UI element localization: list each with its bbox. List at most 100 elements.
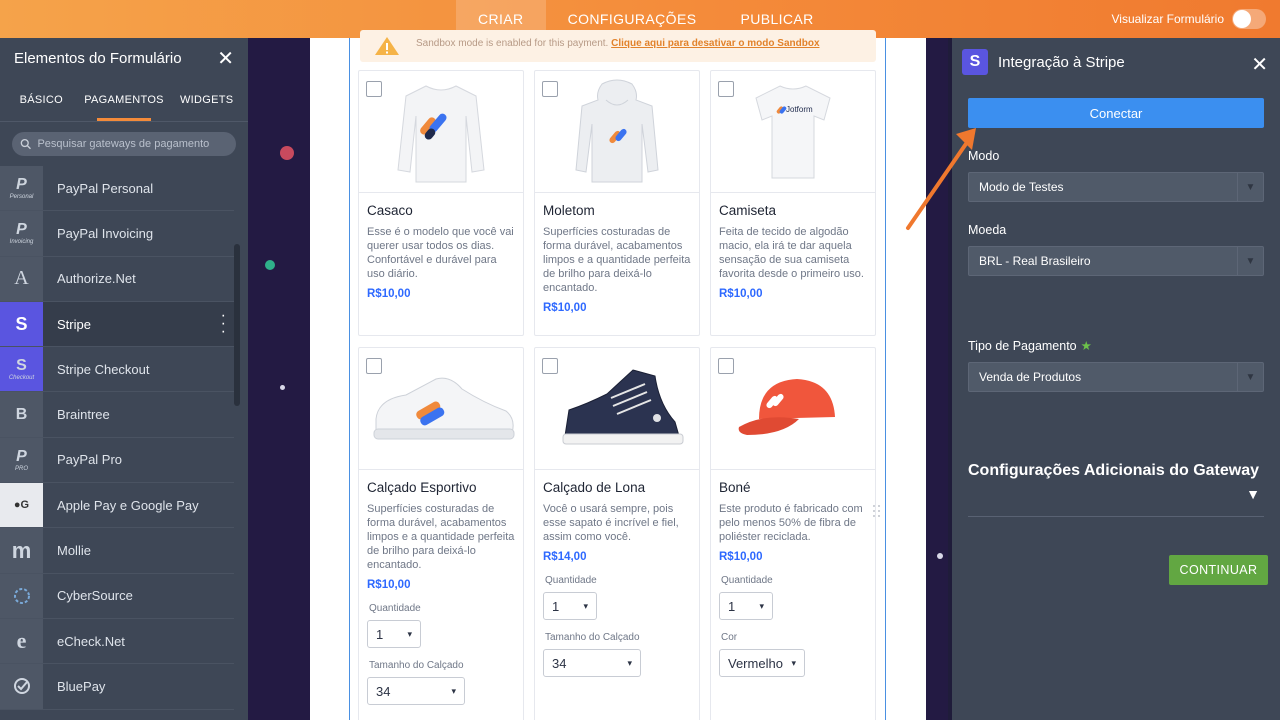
disable-sandbox-link[interactable]: Clique aqui para desativar o modo Sandbo…	[611, 38, 819, 49]
panel-header: Elementos do Formulário ✕	[0, 38, 248, 78]
product-price: R$10,00	[367, 579, 411, 591]
shoe-size-label: Tamanho do Calçado	[369, 660, 464, 671]
chevron-down-icon[interactable]: ▼	[1246, 486, 1260, 502]
currency-select[interactable]: BRL - Real Brasileiro ▼	[968, 246, 1264, 276]
product-description: Esse é o modelo que você vai querer usar…	[367, 226, 514, 280]
quantity-select[interactable]: 1 ▾	[543, 592, 597, 620]
gateway-item-cybersource[interactable]: CyberSource	[0, 573, 234, 619]
gateway-item-paypal-pro[interactable]: P PRO PayPal Pro	[0, 437, 234, 484]
product-checkbox[interactable]	[542, 81, 558, 97]
paypal-icon: P Personal	[0, 166, 43, 211]
tab-widgets[interactable]: WIDGETS	[165, 78, 248, 121]
canvas-shoe-image	[535, 348, 699, 470]
hoodie-image	[535, 71, 699, 193]
quantity-select[interactable]: 1 ▾	[367, 620, 421, 648]
annotation-arrow-icon	[906, 128, 976, 230]
continue-button[interactable]: CONTINUAR	[1169, 555, 1268, 585]
currency-value: BRL - Real Brasileiro	[979, 254, 1091, 268]
mode-select[interactable]: Modo de Testes ▼	[968, 172, 1264, 202]
gateway-search	[12, 132, 236, 156]
gateway-item-paypal-invoicing[interactable]: P Invoicing PayPal Invoicing	[0, 211, 234, 257]
decorative-dot	[937, 553, 943, 559]
gateway-item-braintree[interactable]: B Braintree	[0, 392, 234, 438]
drag-handle-icon[interactable]	[872, 504, 882, 518]
mode-value: Modo de Testes	[979, 180, 1064, 194]
panel-header: S Integração à Stripe	[952, 38, 1280, 86]
gateway-item-paypal-personal[interactable]: P Personal PayPal Personal	[0, 166, 234, 212]
panel-tabs: BÁSICO PAGAMENTOS WIDGETS	[0, 78, 248, 122]
warning-icon	[375, 37, 399, 55]
gateway-item-stripe[interactable]: S Stripe · · ·	[0, 301, 234, 348]
chevron-down-icon: ▾	[791, 657, 796, 668]
decorative-dot	[280, 385, 285, 390]
shoe-size-label: Tamanho do Calçado	[545, 632, 640, 643]
close-icon[interactable]: ✕	[217, 46, 234, 71]
product-name: Casaco	[367, 203, 413, 218]
gateway-item-mollie[interactable]: m Mollie	[0, 528, 234, 574]
product-card: Jotform Camiseta Feita de tecido de algo…	[710, 70, 876, 336]
gateway-item-stripe-checkout[interactable]: S Checkout Stripe Checkout	[0, 347, 234, 393]
preview-toggle[interactable]	[1232, 9, 1266, 29]
chevron-down-icon: ▼	[1237, 173, 1263, 201]
product-price: R$10,00	[719, 288, 763, 300]
close-icon[interactable]: ✕	[1251, 52, 1268, 77]
gateway-item-echeck[interactable]: e eCheck.Net	[0, 618, 234, 665]
gateway-label: Mollie	[57, 543, 91, 559]
product-description: Feita de tecido de algodão macio, ela ir…	[719, 226, 864, 280]
product-checkbox[interactable]	[718, 358, 734, 374]
chevron-down-icon: ▼	[1237, 363, 1263, 391]
gateway-label: Apple Pay e Google Pay	[57, 497, 199, 513]
gateway-item-bluepay[interactable]: BluePay	[0, 664, 234, 710]
product-price: R$10,00	[719, 551, 763, 563]
product-price: R$10,00	[543, 302, 587, 314]
shoe-size-select[interactable]: 34 ▾	[543, 649, 641, 677]
chevron-down-icon: ▾	[407, 628, 412, 639]
chevron-down-icon: ▼	[1237, 247, 1263, 275]
product-description: Superfícies costuradas de forma durável,…	[543, 226, 691, 294]
additional-settings-heading[interactable]: Configurações Adicionais do Gateway	[968, 462, 1264, 480]
shoe-size-select[interactable]: 34 ▾	[367, 677, 465, 705]
cybersource-icon	[0, 573, 43, 618]
paypal-icon: P Invoicing	[0, 211, 43, 256]
product-checkbox[interactable]	[718, 81, 734, 97]
product-checkbox[interactable]	[366, 358, 382, 374]
tab-pagamentos[interactable]: PAGAMENTOS	[83, 78, 166, 121]
search-icon	[20, 138, 31, 150]
chevron-down-icon: ▾	[451, 685, 456, 696]
product-checkbox[interactable]	[366, 81, 382, 97]
product-card: Casaco Esse é o modelo que você vai quer…	[358, 70, 524, 336]
product-description: Este produto é fabricado com pelo menos …	[719, 503, 863, 543]
preview-form-label: Visualizar Formulário	[1111, 12, 1224, 26]
gateway-item-authorize-net[interactable]: A Authorize.Net	[0, 256, 234, 302]
panel-title: Integração à Stripe	[998, 53, 1125, 71]
scrollbar[interactable]	[234, 244, 248, 406]
quantity-select[interactable]: 1 ▾	[719, 592, 773, 620]
more-options-icon[interactable]: · · ·	[221, 308, 226, 340]
decorative-dot	[265, 260, 275, 270]
sandbox-notice: Sandbox mode is enabled for this payment…	[360, 30, 876, 62]
stripe-checkout-icon: S Checkout	[0, 347, 43, 392]
color-select[interactable]: Vermelho ▾	[719, 649, 805, 677]
tab-basico[interactable]: BÁSICO	[0, 78, 83, 121]
gateway-label: CyberSource	[57, 588, 133, 604]
chevron-down-icon: ▾	[759, 600, 764, 611]
search-input[interactable]	[37, 138, 228, 150]
product-name: Camiseta	[719, 203, 777, 218]
mollie-icon: m	[0, 528, 43, 573]
product-name: Moletom	[543, 203, 595, 218]
gateway-label: PayPal Pro	[57, 452, 123, 468]
gateway-label: Authorize.Net	[57, 271, 136, 287]
echeck-icon: e	[0, 618, 43, 664]
product-checkbox[interactable]	[542, 358, 558, 374]
connect-button[interactable]: Conectar	[968, 98, 1264, 128]
sweatshirt-image	[359, 71, 523, 193]
payment-type-select[interactable]: Venda de Produtos ▼	[968, 362, 1264, 392]
payment-type-label: Tipo de Pagamento ★	[968, 339, 1092, 353]
product-card: Moletom Superfícies costuradas de forma …	[534, 70, 700, 336]
apple-google-pay-icon: ●G	[0, 483, 43, 528]
braintree-icon: B	[0, 392, 43, 437]
chevron-down-icon: ▾	[583, 600, 588, 611]
product-description: Você o usará sempre, pois esse sapato é …	[543, 503, 679, 543]
gateway-item-apple-google-pay[interactable]: ●G Apple Pay e Google Pay	[0, 483, 234, 529]
quantity-label: Quantidade	[721, 575, 773, 586]
